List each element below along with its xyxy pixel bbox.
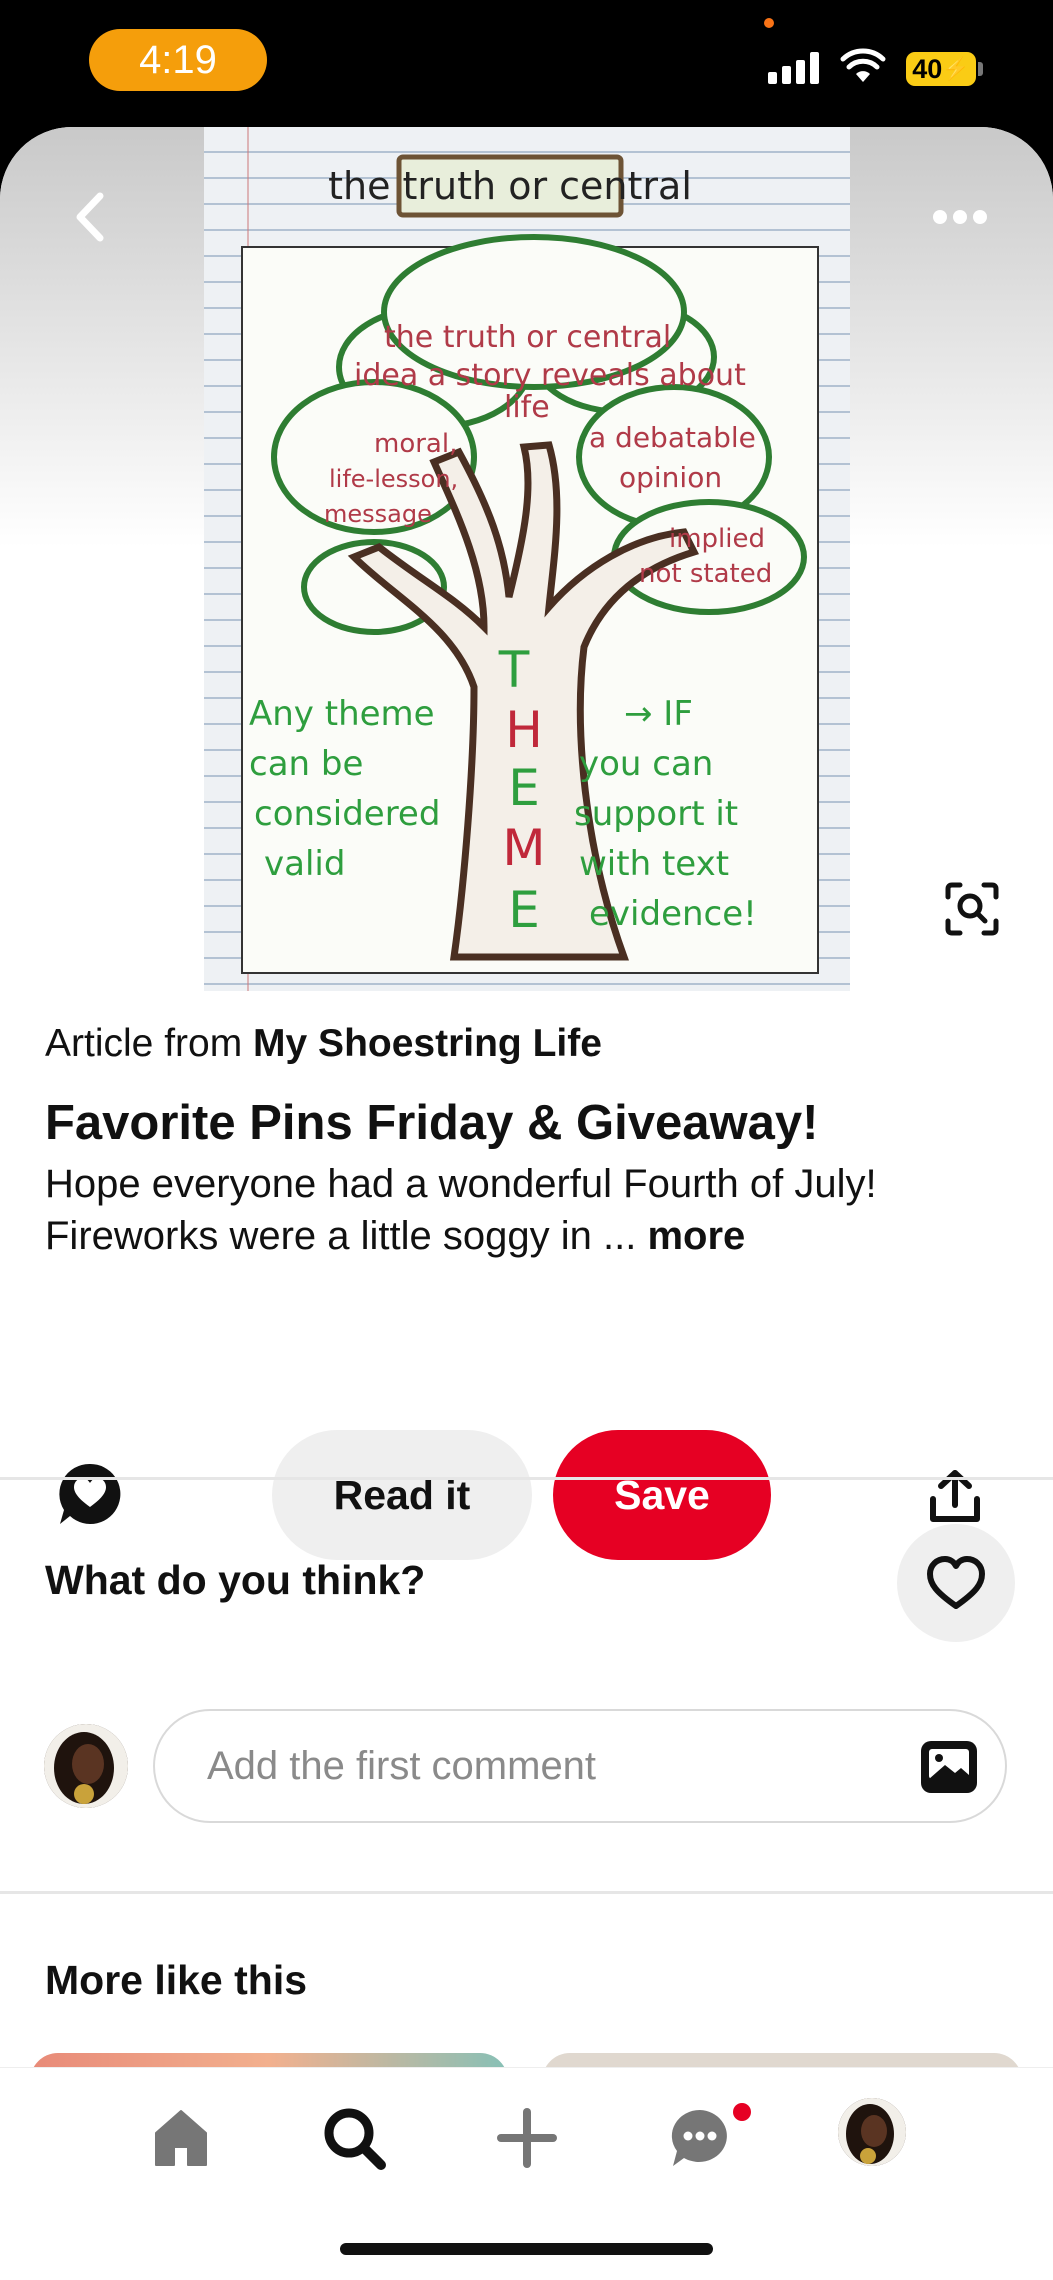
tab-home[interactable] [145, 2102, 217, 2174]
back-button[interactable] [60, 187, 120, 247]
svg-text:T: T [498, 641, 530, 699]
status-bar: 4:19 40 ⚡ [0, 0, 1053, 130]
chat-bubble-icon [671, 2109, 727, 2166]
svg-text:H: H [505, 701, 543, 759]
pin-title[interactable]: Favorite Pins Friday & Giveaway! [45, 1095, 818, 1151]
svg-text:life-lesson,: life-lesson, [329, 465, 458, 493]
share-button[interactable] [925, 1467, 985, 1527]
home-indicator [340, 2243, 713, 2255]
comment-input[interactable]: Add the first comment [153, 1709, 1007, 1823]
svg-text:valid: valid [264, 844, 345, 884]
svg-text:message: message [324, 500, 432, 528]
svg-text:evidence!: evidence! [589, 894, 757, 934]
more-options-button[interactable] [925, 187, 995, 247]
pin-detail-sheet: the truth or central the truth or centra… [0, 127, 1053, 2279]
tab-search[interactable] [318, 2102, 390, 2174]
chart-label: the truth or central [328, 164, 692, 208]
plus-icon [497, 2108, 557, 2168]
description-text: Hope everyone had a wonderful Fourth of … [45, 1162, 877, 1258]
user-avatar [44, 1724, 128, 1808]
svg-text:idea a story reveals about: idea a story reveals about [354, 358, 746, 393]
tab-profile[interactable] [838, 2098, 906, 2166]
source-link[interactable]: My Shoestring Life [253, 1022, 602, 1065]
article-source: Article from My Shoestring Life [45, 1022, 602, 1066]
svg-text:you can: you can [579, 744, 713, 784]
pin-description: Hope everyone had a wonderful Fourth of … [45, 1158, 1005, 1262]
chevron-left-icon [76, 192, 104, 242]
svg-text:implied: implied [669, 524, 765, 554]
status-time[interactable]: 4:19 [89, 29, 267, 91]
more-like-this-heading: More like this [45, 1957, 308, 2003]
heart-icon [927, 1556, 985, 1609]
read-it-button[interactable]: Read it [272, 1430, 532, 1560]
heart-bubble-icon [59, 1463, 121, 1524]
tab-messages[interactable] [664, 2102, 736, 2174]
svg-text:E: E [508, 759, 540, 817]
more-link[interactable]: more [647, 1214, 745, 1258]
home-icon [155, 2110, 207, 2166]
like-button[interactable] [897, 1524, 1015, 1642]
svg-text:can be: can be [249, 744, 363, 784]
comments-heading: What do you think? [45, 1557, 426, 1603]
tab-create[interactable] [491, 2102, 563, 2174]
svg-text:life: life [504, 390, 550, 425]
svg-text:M: M [502, 819, 545, 877]
cellular-signal-icon [768, 52, 819, 84]
bottom-tab-bar [0, 2067, 1053, 2280]
svg-text:considered: considered [254, 794, 440, 834]
svg-text:E: E [508, 881, 540, 939]
visual-search-button[interactable] [940, 877, 1004, 941]
svg-text:→ IF: → IF [624, 694, 693, 734]
battery-level: 40 [912, 53, 943, 84]
comment-placeholder: Add the first comment [207, 1744, 597, 1788]
svg-text:moral,: moral, [374, 429, 457, 459]
lens-search-icon [945, 882, 999, 936]
save-button[interactable]: Save [553, 1430, 771, 1560]
profile-avatar [838, 2098, 906, 2166]
pin-image[interactable]: the truth or central the truth or centra… [204, 127, 850, 991]
svg-text:Any theme: Any theme [249, 694, 435, 734]
reaction-button[interactable] [56, 1460, 124, 1528]
ellipsis-icon [933, 210, 987, 224]
svg-text:support it: support it [574, 794, 738, 834]
search-icon [324, 2108, 386, 2170]
svg-text:a debatable: a debatable [589, 421, 756, 454]
wifi-icon [840, 48, 886, 82]
image-attach-icon[interactable] [919, 1737, 979, 1797]
notification-badge [733, 2103, 751, 2121]
svg-text:not stated: not stated [639, 559, 772, 589]
battery-indicator: 40 ⚡ [906, 52, 976, 86]
privacy-indicator [764, 18, 774, 28]
svg-text:with text: with text [579, 844, 729, 884]
divider [0, 1891, 1053, 1894]
divider [0, 1477, 1053, 1480]
article-from-prefix: Article from [45, 1022, 243, 1065]
svg-text:the truth or central: the truth or central [384, 320, 671, 355]
svg-text:opinion: opinion [619, 461, 722, 494]
